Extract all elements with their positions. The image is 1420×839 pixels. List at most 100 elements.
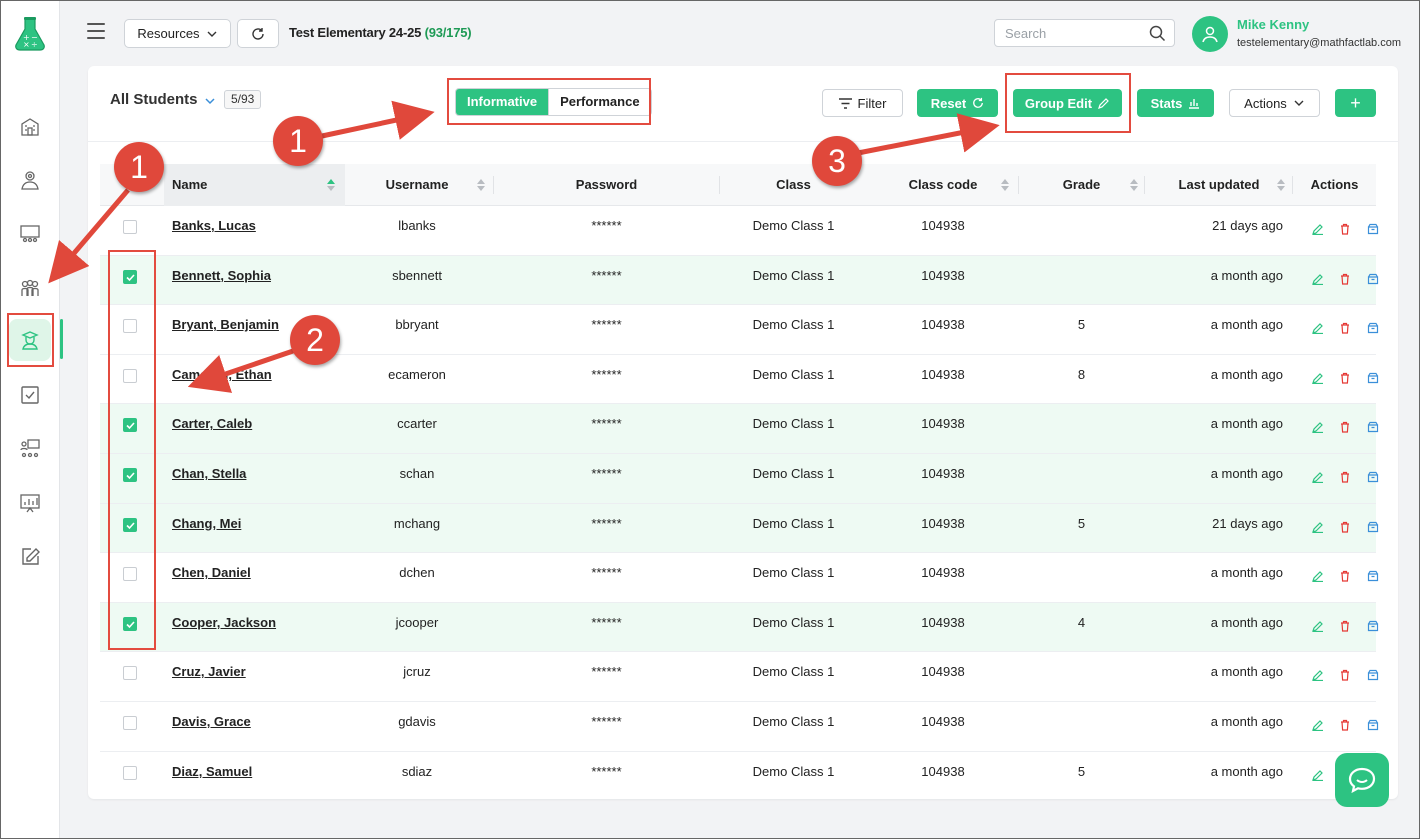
cell-name[interactable]: Carter, Caleb xyxy=(172,404,342,444)
edit-icon[interactable] xyxy=(1312,322,1324,335)
column-header-username[interactable]: Username xyxy=(345,164,489,206)
delete-icon[interactable] xyxy=(1339,273,1351,285)
archive-icon[interactable] xyxy=(1367,372,1379,384)
nav-classroom-icon[interactable] xyxy=(9,213,51,255)
nav-teacher-icon[interactable] xyxy=(9,428,51,470)
title-chevron-down-icon[interactable] xyxy=(204,95,216,107)
table-row[interactable]: Carter, Caleb ccarter ****** Demo Class 1 10… xyxy=(100,404,1379,454)
table-row[interactable]: Banks, Lucas lbanks ****** Demo Class 1 1049… xyxy=(100,206,1379,256)
archive-icon[interactable] xyxy=(1367,471,1379,483)
cell-name[interactable]: Chen, Daniel xyxy=(172,553,342,593)
edit-icon[interactable] xyxy=(1312,769,1324,781)
edit-icon[interactable] xyxy=(1312,521,1324,533)
sort-icon[interactable] xyxy=(1130,179,1138,191)
logo-flask-icon[interactable]: + − × ÷ xyxy=(13,15,47,51)
cell-name[interactable]: Davis, Grace xyxy=(172,702,342,742)
actions-dropdown[interactable]: Actions xyxy=(1229,89,1320,117)
highlight-view-toggle xyxy=(447,78,651,125)
nav-school-icon[interactable] xyxy=(9,105,51,147)
column-header-last-updated[interactable]: Last updated xyxy=(1145,164,1293,206)
nav-edit-icon[interactable] xyxy=(9,536,51,578)
column-header-grade[interactable]: Grade xyxy=(1019,164,1144,206)
cell-updated: a month ago xyxy=(1210,466,1283,481)
column-header-class-code[interactable]: Class code xyxy=(868,164,1018,206)
cell-name[interactable]: Cooper, Jackson xyxy=(172,603,342,643)
row-checkbox[interactable] xyxy=(123,666,137,681)
sort-icon[interactable] xyxy=(1277,179,1285,191)
table-row[interactable]: Chan, Stella schan ****** Demo Class 1 10493… xyxy=(100,454,1379,504)
table-row[interactable]: Bennett, Sophia sbennett ****** Demo Class … xyxy=(100,255,1379,306)
sort-icon[interactable] xyxy=(327,179,335,191)
cell-name[interactable]: Diaz, Samuel xyxy=(172,752,342,792)
archive-icon[interactable] xyxy=(1367,223,1379,235)
archive-icon[interactable] xyxy=(1367,421,1379,433)
cell-name[interactable]: Cruz, Javier xyxy=(172,652,342,692)
nav-reports-icon[interactable] xyxy=(9,482,51,524)
search-icon[interactable] xyxy=(1149,25,1166,42)
add-student-button[interactable]: + xyxy=(1335,89,1376,117)
menu-icon[interactable] xyxy=(87,23,105,39)
edit-icon[interactable] xyxy=(1312,223,1324,235)
delete-icon[interactable] xyxy=(1339,421,1351,433)
table-row[interactable]: Davis, Grace gdavis ****** Demo Class 1 1049… xyxy=(100,702,1379,752)
column-header-name[interactable]: Name xyxy=(164,164,345,206)
archive-icon[interactable] xyxy=(1367,620,1379,632)
cell-class: Demo Class 1 xyxy=(752,218,835,233)
cell-name[interactable]: Chang, Mei xyxy=(172,504,342,544)
cell-name[interactable]: Banks, Lucas xyxy=(172,206,342,246)
filter-button[interactable]: Filter xyxy=(822,89,903,117)
top-bar: Resources Test Elementary 24-25 (93/175)… xyxy=(61,1,1419,63)
delete-icon[interactable] xyxy=(1339,620,1351,632)
edit-icon[interactable] xyxy=(1312,620,1324,632)
cell-name[interactable]: Bennett, Sophia xyxy=(172,256,342,296)
edit-icon[interactable] xyxy=(1312,669,1324,682)
table-row[interactable]: Cruz, Javier jcruz ****** Demo Class 1 10493… xyxy=(100,652,1379,702)
delete-icon[interactable] xyxy=(1339,322,1351,334)
edit-icon[interactable] xyxy=(1312,570,1324,583)
delete-icon[interactable] xyxy=(1339,223,1351,235)
archive-icon[interactable] xyxy=(1367,322,1379,334)
table-row[interactable]: Diaz, Samuel sdiaz ****** Demo Class 1 10493… xyxy=(100,752,1379,799)
avatar[interactable] xyxy=(1192,16,1228,52)
stats-button[interactable]: Stats xyxy=(1137,89,1214,117)
nav-groups-icon[interactable] xyxy=(9,267,51,309)
search-input[interactable] xyxy=(995,20,1135,46)
archive-icon[interactable] xyxy=(1367,521,1379,533)
cell-name[interactable]: Chan, Stella xyxy=(172,454,342,494)
table-row[interactable]: Cooper, Jackson jcooper ****** Demo Class 1… xyxy=(100,602,1379,653)
cell-updated: a month ago xyxy=(1210,763,1283,779)
resources-dropdown[interactable]: Resources xyxy=(124,19,231,48)
nav-assignments-icon[interactable] xyxy=(9,374,51,416)
edit-icon[interactable] xyxy=(1312,421,1324,434)
delete-icon[interactable] xyxy=(1339,669,1351,681)
delete-icon[interactable] xyxy=(1339,521,1351,533)
archive-icon[interactable] xyxy=(1367,669,1379,681)
delete-icon[interactable] xyxy=(1339,570,1351,582)
nav-admin-icon[interactable] xyxy=(9,159,51,201)
reset-button[interactable]: Reset xyxy=(917,89,998,117)
table-row[interactable]: Chen, Daniel dchen ****** Demo Class 1 10493… xyxy=(100,553,1379,603)
table-row[interactable]: Chang, Mei mchang ****** Demo Class 1 104938… xyxy=(100,503,1379,554)
archive-icon[interactable] xyxy=(1367,570,1379,582)
row-checkbox[interactable] xyxy=(123,716,137,730)
row-checkbox[interactable] xyxy=(123,220,137,234)
sort-icon[interactable] xyxy=(1001,179,1009,191)
edit-icon[interactable] xyxy=(1312,719,1324,731)
archive-icon[interactable] xyxy=(1367,273,1379,285)
cell-code: 104938 xyxy=(921,664,965,680)
edit-icon[interactable] xyxy=(1312,372,1324,384)
delete-icon[interactable] xyxy=(1339,372,1351,384)
table-row[interactable]: Cameron, Ethan ecameron ****** Demo Class 1… xyxy=(100,355,1379,405)
cell-username: bbryant xyxy=(395,317,439,333)
chat-button[interactable] xyxy=(1335,753,1389,807)
edit-icon[interactable] xyxy=(1312,471,1324,483)
row-checkbox[interactable] xyxy=(123,765,137,780)
delete-icon[interactable] xyxy=(1339,719,1351,731)
sort-icon[interactable] xyxy=(477,179,485,191)
refresh-button[interactable] xyxy=(237,19,279,48)
delete-icon[interactable] xyxy=(1339,471,1351,483)
search-box[interactable] xyxy=(994,19,1175,47)
edit-icon[interactable] xyxy=(1312,273,1324,285)
archive-icon[interactable] xyxy=(1367,719,1379,731)
school-name-text: Test Elementary 24-25 xyxy=(289,25,422,40)
